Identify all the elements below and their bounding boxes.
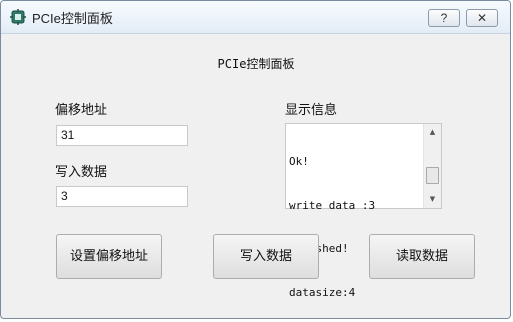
info-text: Ok! write data :3 finished! datasize:4 (289, 126, 423, 318)
scroll-thumb[interactable] (426, 167, 439, 184)
close-button[interactable]: ✕ (466, 9, 498, 27)
info-textarea[interactable]: Ok! write data :3 finished! datasize:4 ▲… (285, 123, 442, 299)
help-button[interactable]: ? (428, 9, 460, 27)
set-offset-button[interactable]: 设置偏移地址 (56, 234, 162, 279)
control-panel: PCIe控制面板 偏移地址 31 写入数据 3 显示信息 Ok! write d… (9, 34, 503, 304)
read-data-button[interactable]: 读取数据 (369, 234, 475, 279)
info-line: datasize:4 (289, 285, 356, 299)
window-title: PCIe控制面板 (32, 11, 113, 26)
offset-label: 偏移地址 (55, 103, 108, 118)
info-scrollbar[interactable]: ▲ ▼ (423, 124, 441, 208)
info-label: 显示信息 (285, 103, 338, 118)
question-icon: ? (440, 11, 448, 25)
title-bar[interactable]: PCIe控制面板 ? ✕ (1, 1, 510, 34)
main-window: PCIe控制面板 ? ✕ PCIe控制面板 偏移地址 31 写入数据 3 显示信… (0, 0, 511, 319)
write-data-label: 写入数据 (55, 165, 108, 180)
offset-input[interactable]: 31 (56, 125, 188, 146)
info-line: Ok! (289, 155, 309, 168)
close-icon: ✕ (476, 11, 488, 25)
panel-heading: PCIe控制面板 (217, 57, 295, 71)
scroll-up-icon[interactable]: ▲ (424, 124, 441, 141)
scroll-down-icon[interactable]: ▼ (424, 191, 441, 208)
circuit-board-icon (10, 9, 26, 25)
write-data-input[interactable]: 3 (56, 186, 188, 207)
write-data-button[interactable]: 写入数据 (213, 234, 319, 279)
info-line: write data :3 (289, 198, 376, 212)
